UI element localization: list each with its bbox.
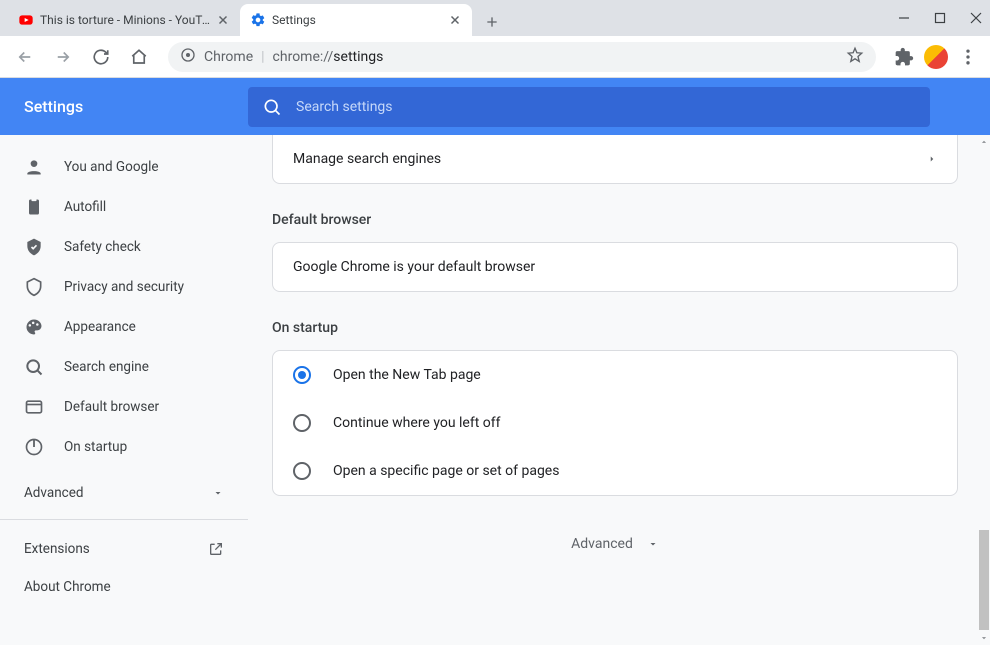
chevron-down-icon bbox=[212, 487, 224, 499]
tab-settings[interactable]: Settings bbox=[240, 4, 472, 36]
sidebar-item-privacy[interactable]: Privacy and security bbox=[0, 267, 248, 307]
sidebar-item-appearance[interactable]: Appearance bbox=[0, 307, 248, 347]
search-settings-box[interactable] bbox=[248, 87, 930, 127]
radio-icon[interactable] bbox=[293, 414, 311, 432]
scroll-up-icon[interactable] bbox=[978, 135, 990, 149]
sidebar-item-safety-check[interactable]: Safety check bbox=[0, 227, 248, 267]
default-browser-status: Google Chrome is your default browser bbox=[273, 243, 957, 291]
back-button[interactable] bbox=[8, 40, 42, 74]
scroll-down-icon[interactable] bbox=[978, 631, 990, 645]
new-tab-button[interactable] bbox=[478, 8, 506, 36]
home-button[interactable] bbox=[122, 40, 156, 74]
url-host: Chrome bbox=[204, 49, 253, 65]
sidebar-item-on-startup[interactable]: On startup bbox=[0, 427, 248, 467]
youtube-icon bbox=[18, 12, 34, 28]
manage-search-engines-row[interactable]: Manage search engines bbox=[273, 135, 957, 183]
external-link-icon bbox=[208, 541, 224, 557]
settings-header: Settings bbox=[0, 78, 990, 135]
settings-gear-icon bbox=[250, 12, 266, 28]
extensions-icon[interactable] bbox=[894, 47, 914, 67]
settings-sidebar: You and Google Autofill Safety check Pri… bbox=[0, 135, 248, 645]
sidebar-link-about[interactable]: About Chrome bbox=[0, 568, 248, 606]
sidebar-advanced-toggle[interactable]: Advanced bbox=[0, 473, 248, 513]
advanced-toggle-footer[interactable]: Advanced bbox=[272, 536, 958, 552]
scroll-thumb[interactable] bbox=[979, 530, 989, 630]
kebab-menu-icon[interactable] bbox=[958, 47, 978, 67]
close-window-icon[interactable] bbox=[970, 9, 982, 28]
tab-title: Settings bbox=[272, 13, 442, 27]
sidebar-item-search-engine[interactable]: Search engine bbox=[0, 347, 248, 387]
address-bar[interactable]: Chrome | chrome://settings bbox=[168, 42, 876, 72]
reload-button[interactable] bbox=[84, 40, 118, 74]
section-title-default-browser: Default browser bbox=[272, 212, 958, 228]
startup-option-continue[interactable]: Continue where you left off bbox=[273, 399, 957, 447]
forward-button[interactable] bbox=[46, 40, 80, 74]
tab-youtube[interactable]: This is torture - Minions - YouTube bbox=[8, 4, 240, 36]
close-icon[interactable] bbox=[216, 13, 230, 27]
chevron-down-icon bbox=[647, 538, 659, 550]
chevron-right-icon bbox=[927, 154, 937, 164]
search-icon bbox=[262, 97, 282, 117]
radio-icon[interactable] bbox=[293, 366, 311, 384]
sidebar-item-default-browser[interactable]: Default browser bbox=[0, 387, 248, 427]
tab-title: This is torture - Minions - YouTube bbox=[40, 13, 210, 27]
maximize-icon[interactable] bbox=[934, 9, 946, 28]
settings-main: Manage search engines Default browser Go… bbox=[248, 135, 990, 645]
sidebar-item-you-and-google[interactable]: You and Google bbox=[0, 147, 248, 187]
startup-option-specific[interactable]: Open a specific page or set of pages bbox=[273, 447, 957, 495]
profile-avatar[interactable] bbox=[924, 45, 948, 69]
radio-icon[interactable] bbox=[293, 462, 311, 480]
scrollbar[interactable] bbox=[978, 135, 990, 645]
minimize-icon[interactable] bbox=[898, 9, 910, 28]
page-title: Settings bbox=[24, 97, 248, 116]
startup-option-new-tab[interactable]: Open the New Tab page bbox=[273, 351, 957, 399]
search-settings-input[interactable] bbox=[296, 99, 916, 115]
sidebar-item-autofill[interactable]: Autofill bbox=[0, 187, 248, 227]
sidebar-link-extensions[interactable]: Extensions bbox=[0, 530, 248, 568]
browser-toolbar: Chrome | chrome://settings bbox=[0, 36, 990, 78]
site-info-icon[interactable] bbox=[180, 47, 196, 67]
window-controls bbox=[898, 0, 982, 36]
bookmark-star-icon[interactable] bbox=[846, 46, 864, 68]
section-title-on-startup: On startup bbox=[272, 320, 958, 336]
close-icon[interactable] bbox=[448, 13, 462, 27]
tab-strip: This is torture - Minions - YouTube Sett… bbox=[0, 0, 990, 36]
